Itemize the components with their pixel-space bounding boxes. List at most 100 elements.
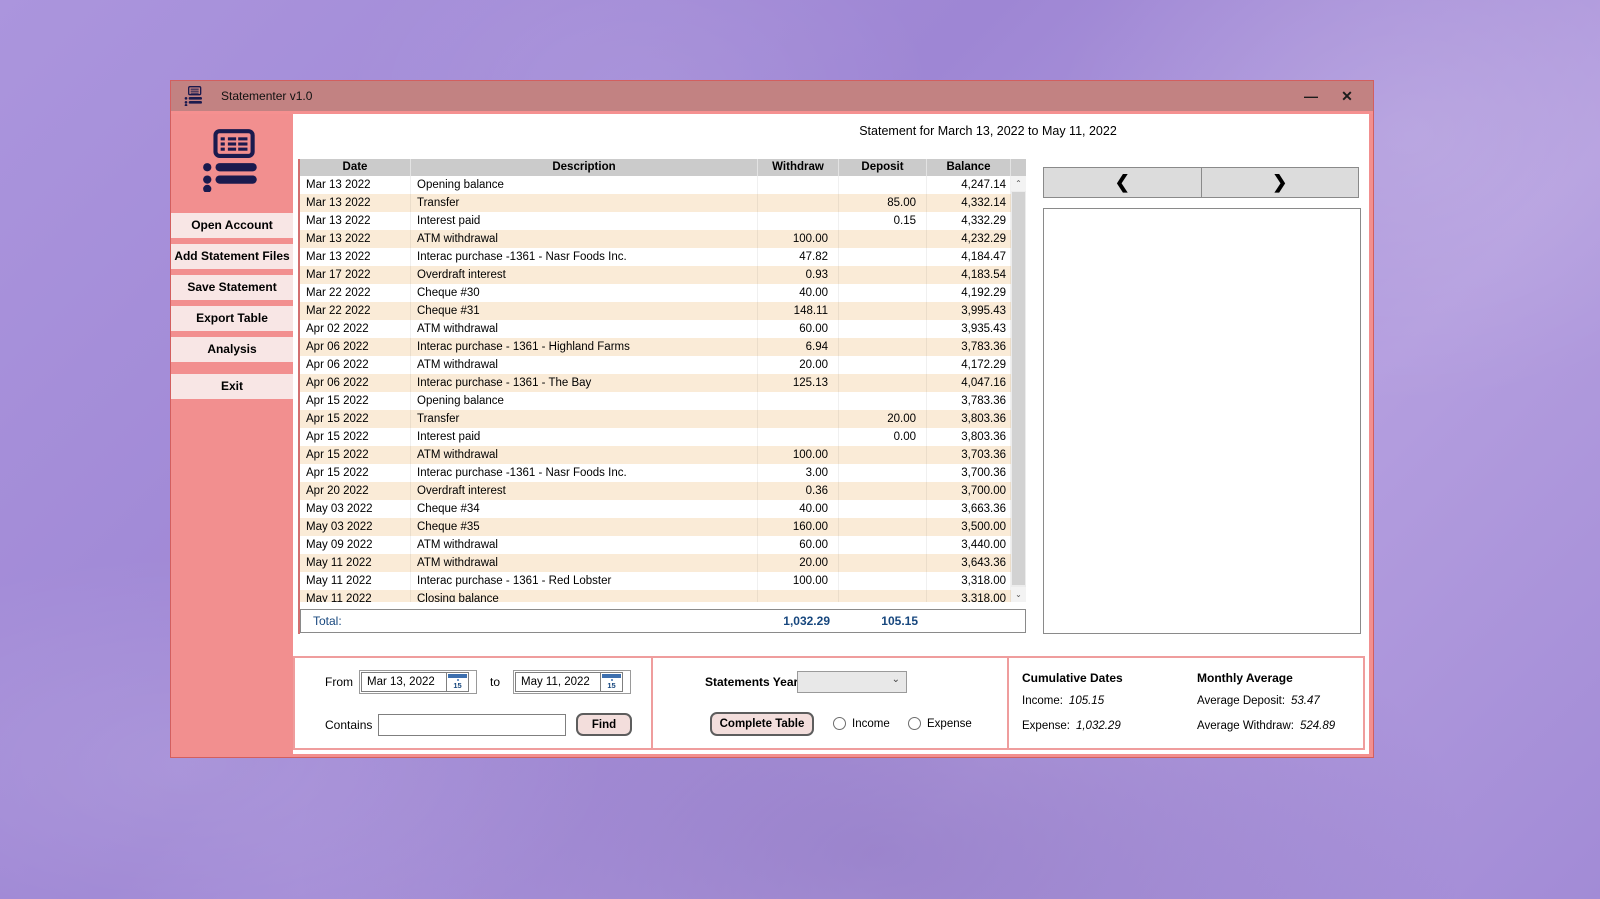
- table-cell: [839, 356, 927, 374]
- table-cell: Cheque #31: [411, 302, 758, 320]
- from-label: From: [325, 675, 353, 689]
- table-cell: Apr 15 2022: [300, 464, 411, 482]
- table-row[interactable]: Apr 15 2022 Interest paid 0.00 3,803.36: [300, 428, 1026, 446]
- table-cell: [839, 500, 927, 518]
- save-statement-button[interactable]: Save Statement: [171, 275, 293, 300]
- table-cell: May 09 2022: [300, 536, 411, 554]
- chevron-right-icon: ❯: [1272, 172, 1288, 192]
- table-row[interactable]: Apr 15 2022 Opening balance 3,783.36: [300, 392, 1026, 410]
- table-row[interactable]: Apr 06 2022 Interac purchase - 1361 - The…: [300, 374, 1026, 392]
- table-cell: ATM withdrawal: [411, 446, 758, 464]
- table-cell: [839, 554, 927, 572]
- table-row[interactable]: Mar 22 2022 Cheque #31 148.11 3,995.43: [300, 302, 1026, 320]
- complete-table-button[interactable]: Complete Table: [710, 712, 814, 736]
- table-row[interactable]: Apr 15 2022 ATM withdrawal 100.00 3,703.36: [300, 446, 1026, 464]
- table-cell: 20.00: [758, 554, 839, 572]
- main-area: Statement for March 13, 2022 to May 11, …: [293, 114, 1369, 754]
- table-row[interactable]: Mar 22 2022 Cheque #30 40.00 4,192.29: [300, 284, 1026, 302]
- table-row[interactable]: Mar 13 2022 Interac purchase -1361 - Nasr…: [300, 248, 1026, 266]
- table-row[interactable]: Apr 15 2022 Transfer 20.00 3,803.36: [300, 410, 1026, 428]
- contains-input[interactable]: [378, 714, 566, 736]
- table-row[interactable]: Mar 13 2022 Interest paid 0.15 4,332.29: [300, 212, 1026, 230]
- income-radio[interactable]: Income: [833, 717, 890, 730]
- table-cell: ATM withdrawal: [411, 230, 758, 248]
- expense-radio[interactable]: Expense: [908, 717, 972, 730]
- table-cell: [839, 590, 927, 602]
- table-cell: 3,703.36: [927, 446, 1011, 464]
- table-cell: Overdraft interest: [411, 482, 758, 500]
- table-cell: Mar 13 2022: [300, 230, 411, 248]
- add-statement-files-button[interactable]: Add Statement Files: [171, 244, 293, 269]
- close-button[interactable]: ✕: [1337, 88, 1357, 105]
- analysis-button[interactable]: Analysis: [171, 337, 293, 362]
- table-row[interactable]: May 03 2022 Cheque #35 160.00 3,500.00: [300, 518, 1026, 536]
- table-cell: [839, 392, 927, 410]
- table-row[interactable]: Apr 06 2022 Interac purchase - 1361 - Hig…: [300, 338, 1026, 356]
- table-cell: Apr 15 2022: [300, 446, 411, 464]
- table-cell: [839, 338, 927, 356]
- table-cell: May 03 2022: [300, 500, 411, 518]
- table-cell: 3,318.00: [927, 590, 1011, 602]
- statements-year-dropdown[interactable]: ⌄: [797, 671, 907, 693]
- table-cell: Apr 20 2022: [300, 482, 411, 500]
- table-row[interactable]: Mar 17 2022 Overdraft interest 0.93 4,183.5…: [300, 266, 1026, 284]
- table-cell: Transfer: [411, 194, 758, 212]
- calendar-icon[interactable]: 15: [601, 672, 623, 692]
- table-cell: Interest paid: [411, 212, 758, 230]
- table-cell: Apr 15 2022: [300, 428, 411, 446]
- table-cell: 60.00: [758, 320, 839, 338]
- table-row[interactable]: Apr 06 2022 ATM withdrawal 20.00 4,172.29: [300, 356, 1026, 374]
- table-cell: [839, 302, 927, 320]
- exit-button[interactable]: Exit: [171, 374, 293, 399]
- table-row[interactable]: Apr 02 2022 ATM withdrawal 60.00 3,935.43: [300, 320, 1026, 338]
- table-cell: [839, 230, 927, 248]
- table-row[interactable]: Mar 13 2022 Opening balance 4,247.14: [300, 176, 1026, 194]
- table-cell: 3,803.36: [927, 410, 1011, 428]
- table-cell: Mar 13 2022: [300, 248, 411, 266]
- table-row[interactable]: May 11 2022 ATM withdrawal 20.00 3,643.36: [300, 554, 1026, 572]
- table-cell: Cheque #34: [411, 500, 758, 518]
- table-cell: Mar 22 2022: [300, 284, 411, 302]
- table-row[interactable]: Mar 13 2022 Transfer 85.00 4,332.14: [300, 194, 1026, 212]
- export-table-button[interactable]: Export Table: [171, 306, 293, 331]
- table-cell: [839, 176, 927, 194]
- window-title: Statementer v1.0: [221, 89, 313, 103]
- table-cell: 3,783.36: [927, 338, 1011, 356]
- table-cell: [758, 392, 839, 410]
- table-cell: May 11 2022: [300, 572, 411, 590]
- from-date-value[interactable]: Mar 13, 2022: [361, 672, 447, 692]
- scrollbar-thumb[interactable]: [1012, 192, 1025, 585]
- prev-statement-button[interactable]: ❮: [1044, 168, 1202, 197]
- to-date-picker[interactable]: May 11, 2022 15: [513, 670, 631, 694]
- table-cell: [758, 212, 839, 230]
- table-row[interactable]: May 11 2022 Closing balance 3,318.00: [300, 590, 1026, 602]
- to-date-value[interactable]: May 11, 2022: [515, 672, 601, 692]
- avg-deposit-value: 53.47: [1291, 695, 1320, 707]
- table-row[interactable]: Apr 15 2022 Interac purchase -1361 - Nasr…: [300, 464, 1026, 482]
- table-cell: 4,184.47: [927, 248, 1011, 266]
- open-account-button[interactable]: Open Account: [171, 213, 293, 238]
- to-label: to: [490, 675, 501, 689]
- minimize-button[interactable]: —: [1301, 88, 1321, 104]
- table-cell: 40.00: [758, 500, 839, 518]
- table-cell: 3,500.00: [927, 518, 1011, 536]
- calendar-icon[interactable]: 15: [447, 672, 469, 692]
- table-row[interactable]: May 09 2022 ATM withdrawal 60.00 3,440.00: [300, 536, 1026, 554]
- table-row[interactable]: Apr 20 2022 Overdraft interest 0.36 3,700.0…: [300, 482, 1026, 500]
- table-cell: 0.15: [839, 212, 927, 230]
- table-cell: [839, 536, 927, 554]
- scroll-down-icon[interactable]: ⌄: [1011, 587, 1026, 602]
- from-date-picker[interactable]: Mar 13, 2022 15: [359, 670, 477, 694]
- table-cell: [839, 266, 927, 284]
- table-scrollbar[interactable]: ⌃ ⌄: [1011, 176, 1026, 602]
- col-header-withdraw: Withdraw: [758, 159, 839, 176]
- find-button[interactable]: Find: [576, 713, 632, 736]
- avg-withdraw-value: 524.89: [1299, 720, 1336, 732]
- table-row[interactable]: Mar 13 2022 ATM withdrawal 100.00 4,232.29: [300, 230, 1026, 248]
- table-row[interactable]: May 03 2022 Cheque #34 40.00 3,663.36: [300, 500, 1026, 518]
- table-cell: 6.94: [758, 338, 839, 356]
- next-statement-button[interactable]: ❯: [1202, 168, 1359, 197]
- scroll-up-icon[interactable]: ⌃: [1011, 176, 1026, 191]
- table-row[interactable]: May 11 2022 Interac purchase - 1361 - Red…: [300, 572, 1026, 590]
- table-cell: 85.00: [839, 194, 927, 212]
